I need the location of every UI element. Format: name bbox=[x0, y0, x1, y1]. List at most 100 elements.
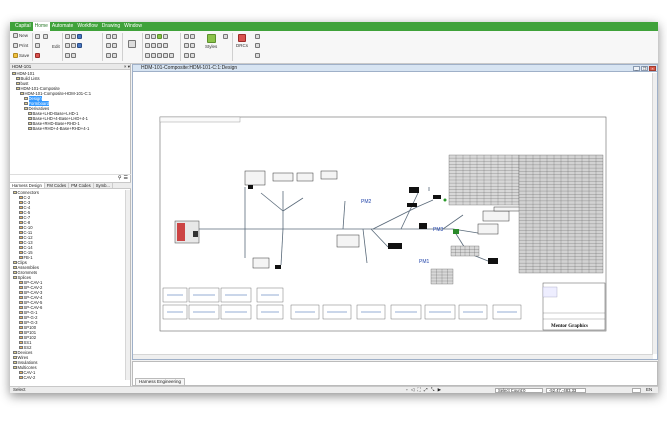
ribbon-toolbar: New Print Save Edit Styles DRCs bbox=[10, 31, 658, 64]
menu-item-automate[interactable]: Automate bbox=[50, 22, 75, 31]
layer-tools[interactable] bbox=[184, 43, 195, 48]
ruler-icon bbox=[190, 53, 195, 58]
component-icon bbox=[19, 255, 23, 260]
draw-tools-row2[interactable] bbox=[145, 43, 168, 48]
pan-tool-button[interactable] bbox=[128, 40, 136, 48]
component-icon bbox=[19, 325, 23, 330]
arrange-icon bbox=[77, 43, 82, 48]
output-tab-harness-engineering[interactable]: Harness Engineering bbox=[135, 378, 186, 385]
project-panel-title: HDM-101 bbox=[12, 64, 32, 69]
library-tab[interactable]: FM Codes bbox=[45, 183, 70, 188]
coordinates-field: -52.47,-483.33 bbox=[546, 388, 586, 393]
menu-item-window[interactable]: Window bbox=[122, 22, 144, 31]
tool-zoom-button[interactable] bbox=[65, 53, 76, 58]
document-vertical-scrollbar[interactable] bbox=[652, 73, 657, 354]
format-tools[interactable] bbox=[184, 34, 195, 39]
library-tab[interactable]: Harness Design bbox=[10, 183, 45, 188]
grid-tools[interactable] bbox=[184, 53, 195, 58]
styles-button[interactable]: Styles bbox=[205, 34, 217, 49]
menu-item-home[interactable]: Home bbox=[32, 22, 50, 31]
component-icon bbox=[19, 210, 23, 215]
folder-icon bbox=[13, 365, 17, 370]
component-icon bbox=[19, 375, 23, 380]
sub-harness-boxes bbox=[162, 287, 522, 320]
frame-header bbox=[159, 116, 241, 123]
grid-icon bbox=[184, 53, 189, 58]
document-title: HDM-101-Composite:HDM-101-C:1:Design bbox=[141, 65, 238, 71]
menu-item-workflow[interactable]: Workflow bbox=[75, 22, 99, 31]
library-tab[interactable]: PM Codes bbox=[69, 183, 94, 188]
component-icon bbox=[19, 245, 23, 250]
application-window: Capital Home Automate Workflow Drawing Window… bbox=[10, 22, 658, 393]
folder-icon bbox=[13, 360, 17, 365]
library-scrollbar[interactable] bbox=[125, 190, 130, 380]
component-icon bbox=[19, 300, 23, 305]
edit-button[interactable]: Edit bbox=[52, 44, 60, 49]
tool-align-button[interactable] bbox=[65, 34, 82, 39]
move-icon bbox=[128, 40, 136, 48]
cut-button[interactable] bbox=[35, 43, 40, 48]
bom-icon bbox=[255, 53, 260, 58]
draw-tools-row3[interactable] bbox=[145, 53, 174, 58]
print-button[interactable]: Print bbox=[13, 43, 28, 48]
splice-icon bbox=[112, 43, 117, 48]
folder-icon bbox=[13, 355, 17, 360]
wire-tool-button[interactable] bbox=[106, 34, 117, 39]
tree-toolbar: ⚲ ☰ bbox=[10, 174, 131, 181]
close-button[interactable]: × bbox=[649, 66, 656, 71]
restore-button[interactable]: ❐ bbox=[641, 66, 648, 71]
device-tool-button[interactable] bbox=[106, 53, 117, 58]
status-bar: Select ▫ ◁ ⛶ ⤢ ⤡ ▶ Select Count:0 -52.47… bbox=[10, 386, 658, 393]
drawing-canvas[interactable]: PM2 PM3 PM1 Mentor Graphics bbox=[133, 73, 653, 354]
component-icon bbox=[19, 295, 23, 300]
component-icon bbox=[19, 285, 23, 290]
search-button[interactable] bbox=[223, 34, 228, 39]
zoom-icon bbox=[65, 53, 70, 58]
wire-icon bbox=[106, 34, 111, 39]
label-icon bbox=[145, 53, 150, 58]
export-button[interactable] bbox=[255, 43, 260, 48]
tool-group-button[interactable] bbox=[65, 43, 82, 48]
symbol-icon bbox=[157, 53, 162, 58]
grid-toggle[interactable] bbox=[632, 388, 641, 393]
folder-icon bbox=[13, 270, 17, 275]
ungroup-icon bbox=[71, 43, 76, 48]
document-horizontal-scrollbar[interactable] bbox=[133, 354, 653, 359]
undo-button[interactable] bbox=[35, 34, 40, 39]
list-icon[interactable]: ☰ bbox=[124, 175, 128, 181]
harness-bundles bbox=[193, 187, 489, 266]
text-icon bbox=[145, 43, 150, 48]
project-tree: HDM-101 Build Lists bust HDM-101-Composite H… bbox=[10, 71, 131, 131]
component-icon bbox=[19, 345, 23, 350]
report-button[interactable] bbox=[255, 34, 260, 39]
library-tab[interactable]: Symb... bbox=[94, 183, 113, 188]
status-tool-icons[interactable]: ▫ ◁ ⛶ ⤢ ⤡ ▶ bbox=[406, 387, 442, 393]
library-tree: Connectors C-2 C-3 C-4 C-5 C-7 C-8 C-10 C-11 C-12… bbox=[10, 190, 125, 380]
library-tabs: Harness Design FM Codes PM Codes Symb... bbox=[10, 182, 131, 189]
minimize-button[interactable]: _ bbox=[633, 66, 640, 71]
connector-icon bbox=[106, 43, 111, 48]
harness-diagram[interactable]: PM2 PM3 PM1 Mentor Graphics bbox=[133, 73, 653, 354]
save-button[interactable]: Save bbox=[13, 53, 29, 58]
copy-button[interactable] bbox=[35, 53, 40, 58]
drcs-button[interactable]: DRCs bbox=[236, 34, 248, 48]
device-icon bbox=[106, 53, 111, 58]
bom-button[interactable] bbox=[255, 53, 260, 58]
clip-icon bbox=[112, 53, 117, 58]
dim-icon bbox=[151, 43, 156, 48]
status-text: Select bbox=[13, 387, 26, 392]
styles-icon bbox=[206, 34, 216, 43]
redo-button[interactable] bbox=[43, 34, 48, 39]
component-icon bbox=[19, 195, 23, 200]
connector-tool-button[interactable] bbox=[106, 43, 117, 48]
search-icon[interactable]: ⚲ bbox=[118, 175, 122, 181]
draw-tools-row1[interactable] bbox=[145, 34, 168, 39]
rotate-icon bbox=[71, 34, 76, 39]
menu-item-capital[interactable]: Capital bbox=[13, 22, 33, 31]
folder-icon bbox=[13, 350, 17, 355]
new-button[interactable]: New bbox=[13, 33, 28, 38]
project-panel: HDM-101 × ▾ HDM-101 Build Lists bust HDM-10… bbox=[10, 64, 131, 386]
table-icon bbox=[157, 43, 162, 48]
menu-item-drawing[interactable]: Drawing bbox=[100, 22, 122, 31]
panel-close-icon[interactable]: × ▾ bbox=[124, 64, 130, 69]
